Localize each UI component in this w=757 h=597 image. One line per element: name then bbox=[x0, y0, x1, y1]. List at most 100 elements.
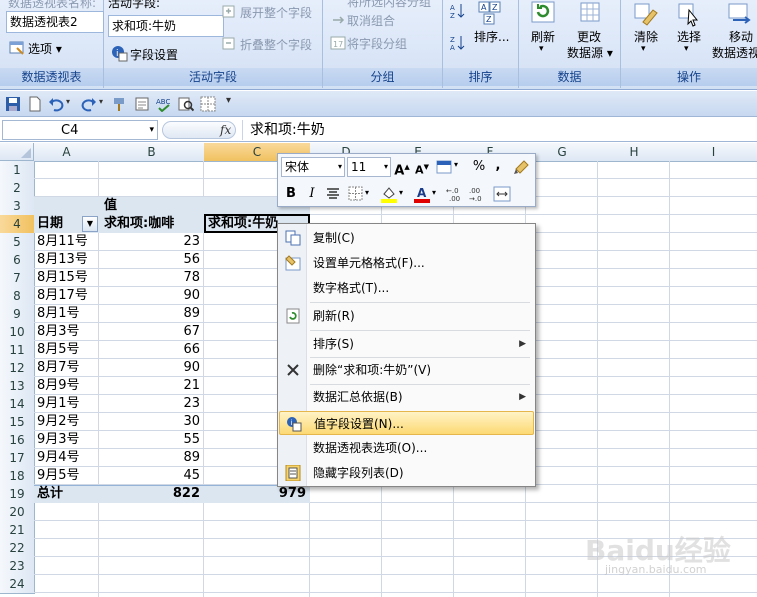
row-header[interactable]: 24 bbox=[0, 575, 35, 594]
menu-item-delete[interactable]: 删除“求和项:牛奶”(V) bbox=[279, 358, 534, 382]
coffee-value-cell[interactable]: 23 bbox=[99, 395, 200, 413]
increase-decimal-icon[interactable]: ←.0.00 bbox=[446, 185, 466, 203]
coffee-header[interactable]: 求和项:咖啡 bbox=[104, 215, 174, 233]
bold-button[interactable]: B bbox=[283, 184, 299, 204]
select-button[interactable]: 选择 bbox=[677, 28, 701, 45]
column-header-h[interactable]: H bbox=[598, 143, 671, 162]
active-field-input[interactable]: 求和项:牛奶 bbox=[108, 15, 224, 37]
date-cell[interactable]: 8月15号 bbox=[37, 269, 88, 287]
menu-item-summarize-by[interactable]: 数据汇总依据(B) ▶ bbox=[279, 385, 534, 409]
menu-item-format-cells[interactable]: 设置单元格格式(F)... bbox=[279, 251, 534, 275]
coffee-value-cell[interactable]: 89 bbox=[99, 305, 200, 323]
refresh-dropdown-arrow[interactable]: ▾ bbox=[539, 44, 544, 54]
font-color-icon[interactable]: A bbox=[413, 185, 431, 203]
print-preview-icon[interactable] bbox=[134, 96, 150, 112]
move-pivot-button[interactable]: 数据透视 bbox=[712, 44, 757, 61]
row-header[interactable]: 10 bbox=[0, 323, 35, 342]
cell-styles-dropdown-arrow[interactable]: ▾ bbox=[454, 160, 458, 169]
row-header[interactable]: 13 bbox=[0, 377, 35, 396]
clear-button[interactable]: 清除 bbox=[634, 28, 658, 45]
group-selection-button[interactable]: 将所选内容分组 bbox=[347, 0, 431, 10]
borders-dropdown-arrow[interactable]: ▾ bbox=[365, 188, 369, 197]
grow-font-icon[interactable]: A▲ bbox=[394, 157, 410, 178]
field-settings-button[interactable]: 字段设置 bbox=[130, 46, 178, 63]
comma-style-button[interactable]: , bbox=[492, 156, 504, 176]
fill-color-icon[interactable] bbox=[380, 185, 398, 203]
row-header[interactable]: 20 bbox=[0, 503, 35, 522]
row-header[interactable]: 5 bbox=[0, 233, 35, 252]
column-header-g[interactable]: G bbox=[526, 143, 599, 162]
date-cell[interactable]: 8月5号 bbox=[37, 341, 80, 359]
change-source-label-1[interactable]: 更改 bbox=[577, 28, 601, 45]
save-icon[interactable] bbox=[5, 96, 21, 112]
menu-item-pivot-options[interactable]: 数据透视表选项(O)... bbox=[279, 436, 534, 460]
values-header[interactable]: 值 bbox=[104, 197, 117, 215]
column-header-b[interactable]: B bbox=[99, 143, 205, 162]
date-cell[interactable]: 8月3号 bbox=[37, 323, 80, 341]
row-header[interactable]: 21 bbox=[0, 521, 35, 540]
shrink-font-icon[interactable]: A▼ bbox=[414, 157, 430, 177]
row-header[interactable]: 15 bbox=[0, 413, 35, 432]
total-milk[interactable]: 979 bbox=[204, 485, 306, 503]
date-cell[interactable]: 9月2号 bbox=[37, 413, 80, 431]
date-cell[interactable]: 8月7号 bbox=[37, 359, 80, 377]
cell-styles-icon[interactable] bbox=[436, 159, 454, 175]
date-cell[interactable]: 9月4号 bbox=[37, 449, 80, 467]
borders-mini-icon[interactable] bbox=[348, 186, 364, 202]
pivot-name-input[interactable]: 数据透视表2 bbox=[6, 11, 104, 33]
row-header[interactable]: 8 bbox=[0, 287, 35, 306]
menu-item-number-format[interactable]: 数字格式(T)... bbox=[279, 276, 534, 300]
date-cell[interactable]: 8月17号 bbox=[37, 287, 88, 305]
column-header-i[interactable]: I bbox=[670, 143, 757, 162]
menu-item-sort[interactable]: 排序(S) ▶ bbox=[279, 332, 534, 356]
font-name-dropdown-arrow[interactable]: ▾ bbox=[338, 158, 342, 176]
date-cell[interactable]: 9月5号 bbox=[37, 467, 80, 485]
redo-icon[interactable] bbox=[81, 96, 97, 112]
row-header[interactable]: 23 bbox=[0, 557, 35, 576]
new-document-icon[interactable] bbox=[27, 96, 43, 112]
move-pivot-label-1[interactable]: 移动 bbox=[729, 28, 753, 45]
date-cell[interactable]: 8月11号 bbox=[37, 233, 88, 251]
row-header[interactable]: 3 bbox=[0, 197, 35, 216]
undo-dropdown-arrow[interactable]: ▾ bbox=[66, 97, 70, 106]
date-cell[interactable]: 8月9号 bbox=[37, 377, 80, 395]
row-header[interactable]: 4 bbox=[0, 215, 35, 234]
refresh-button[interactable]: 刷新 bbox=[531, 28, 555, 45]
row-header[interactable]: 2 bbox=[0, 179, 35, 198]
collapse-field-button[interactable]: 折叠整个字段 bbox=[240, 36, 312, 53]
insert-function-icon[interactable]: fx bbox=[220, 120, 231, 140]
sort-button[interactable]: 排序... bbox=[474, 28, 509, 45]
redo-dropdown-arrow[interactable]: ▾ bbox=[99, 97, 103, 106]
date-cell[interactable]: 8月1号 bbox=[37, 305, 80, 323]
coffee-value-cell[interactable]: 21 bbox=[99, 377, 200, 395]
coffee-value-cell[interactable]: 23 bbox=[99, 233, 200, 251]
coffee-value-cell[interactable]: 66 bbox=[99, 341, 200, 359]
coffee-value-cell[interactable]: 89 bbox=[99, 449, 200, 467]
menu-item-value-field-settings[interactable]: i 值字段设置(N)... bbox=[279, 411, 534, 435]
coffee-value-cell[interactable]: 55 bbox=[99, 431, 200, 449]
formula-input[interactable]: 求和项:牛奶 bbox=[250, 120, 325, 140]
center-align-icon[interactable] bbox=[325, 187, 341, 201]
total-coffee[interactable]: 822 bbox=[99, 485, 200, 503]
name-box[interactable]: C4 ▾ bbox=[2, 120, 158, 140]
italic-button[interactable]: I bbox=[304, 184, 320, 204]
select-dropdown-arrow[interactable]: ▾ bbox=[684, 44, 689, 54]
row-header[interactable]: 9 bbox=[0, 305, 35, 324]
find-icon[interactable] bbox=[178, 96, 194, 112]
row-header[interactable]: 17 bbox=[0, 449, 35, 468]
menu-item-copy[interactable]: 复制(C) bbox=[279, 226, 534, 250]
select-all-corner[interactable] bbox=[0, 143, 34, 161]
change-source-button[interactable]: 数据源 ▾ bbox=[567, 44, 613, 61]
date-cell[interactable]: 8月13号 bbox=[37, 251, 88, 269]
spelling-icon[interactable]: ABC bbox=[156, 96, 172, 112]
font-size-box[interactable]: 11 ▾ bbox=[347, 157, 391, 177]
column-header-a[interactable]: A bbox=[34, 143, 100, 162]
undo-icon[interactable] bbox=[48, 96, 64, 112]
date-header[interactable]: 日期 bbox=[37, 215, 63, 233]
date-cell[interactable]: 9月1号 bbox=[37, 395, 80, 413]
format-painter-icon[interactable] bbox=[112, 96, 128, 112]
coffee-value-cell[interactable]: 78 bbox=[99, 269, 200, 287]
coffee-value-cell[interactable]: 45 bbox=[99, 467, 200, 485]
font-color-dropdown-arrow[interactable]: ▾ bbox=[432, 188, 436, 197]
coffee-value-cell[interactable]: 56 bbox=[99, 251, 200, 269]
